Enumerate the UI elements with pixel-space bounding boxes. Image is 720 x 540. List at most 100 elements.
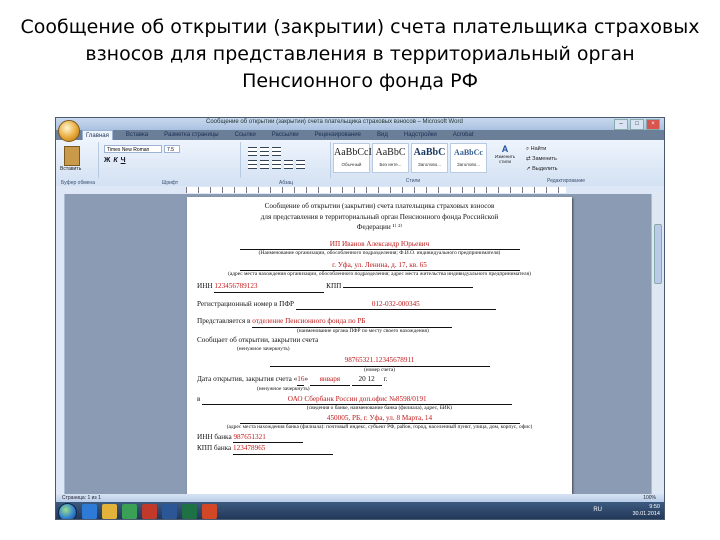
maximize-button[interactable]: □: [630, 119, 644, 130]
paragraph-group: Абзац: [242, 142, 331, 186]
slide-title: Сообщение об открытии (закрытии) счета п…: [20, 14, 700, 95]
bank-inn-value: 987651321: [233, 432, 304, 444]
change-styles-icon: A: [501, 144, 509, 154]
ribbon-tabs: Главная Вставка Разметка страницы Ссылки…: [82, 130, 476, 140]
date-month: января: [309, 374, 350, 387]
vertical-scrollbar[interactable]: [651, 194, 664, 494]
doc-heading-2: для представления в территориальный орга…: [260, 212, 499, 221]
select-button[interactable]: ➚ Выделить: [526, 164, 558, 174]
reg-number-label: Регистрационный номер в ПФР: [197, 299, 295, 308]
scrollbar-thumb[interactable]: [654, 224, 662, 284]
ie-icon[interactable]: [82, 504, 97, 519]
inn-label: ИНН: [197, 281, 213, 290]
close-button[interactable]: ×: [646, 119, 660, 130]
window-controls: – □ ×: [614, 119, 660, 130]
tab-page-layout[interactable]: Разметка страницы: [161, 130, 221, 140]
window-title: Сообщение об открытии (закрытии) счета п…: [206, 119, 463, 125]
document-text: Сообщение об открытии (закрытии) счета п…: [197, 201, 562, 455]
date-text: Дата открытия, закрытия счета: [197, 375, 292, 384]
bank-address: 450005, РБ, г. Уфа, ул. 8 Марта, 14: [239, 413, 520, 425]
slide-title-line-1: Сообщение об открытии (закрытии) счета п…: [20, 16, 700, 38]
kpp-label: КПП: [326, 281, 342, 290]
tab-insert[interactable]: Вставка: [123, 130, 151, 140]
tab-view[interactable]: Вид: [374, 130, 391, 140]
kpp-value-line: [343, 286, 474, 288]
styles-gallery: AaBbCcI Обычный AaBbC Без инте... AaBbC …: [333, 143, 487, 173]
date-year: 20 12: [351, 374, 382, 387]
document-page[interactable]: Сообщение об открытии (закрытии) счета п…: [187, 197, 572, 494]
bank-address-caption: (адрес места нахождения банка (филиала):…: [226, 424, 533, 431]
page-indicator[interactable]: Страница: 1 из 1: [62, 494, 101, 502]
style-normal[interactable]: AaBbCcI Обычный: [333, 143, 372, 173]
clipboard-group: Вставить Буфер обмена: [58, 142, 99, 186]
replace-button[interactable]: ⇄ Заменить: [526, 154, 558, 164]
tab-home[interactable]: Главная: [82, 130, 113, 140]
underline-button[interactable]: Ч: [121, 157, 126, 164]
replace-icon: ⇄: [526, 156, 531, 162]
date-caption: (ненужное зачеркнуть): [257, 386, 310, 393]
change-styles-button[interactable]: A Изменить стили: [494, 144, 516, 172]
tab-review[interactable]: Рецензирование: [312, 130, 364, 140]
taskbar: RU 9:50 30.01.2014: [56, 502, 664, 519]
account-number: 98765321.12345678911: [269, 355, 490, 367]
payer-address: г. Уфа, ул. Ленина, д. 17, кв. 65: [239, 260, 520, 272]
presented-value: отделение Пенсионного фонда по РБ: [252, 316, 453, 328]
tab-acrobat[interactable]: Acrobat: [450, 130, 477, 140]
bold-button[interactable]: Ж: [104, 157, 110, 164]
format-buttons: Ж К Ч: [104, 157, 126, 164]
address-caption: (адрес места нахождения организации, обо…: [228, 271, 531, 278]
office-button[interactable]: [58, 120, 80, 142]
payer-name: ИП Иванов Александр Юрьевич: [239, 239, 520, 251]
excel-icon[interactable]: [182, 504, 197, 519]
zoom-level[interactable]: 100%: [643, 494, 656, 502]
font-name-select[interactable]: Times New Roman: [104, 145, 162, 153]
paste-icon[interactable]: [64, 146, 80, 166]
style-heading-2[interactable]: AaBbCc Заголово...: [450, 143, 487, 173]
styles-group-label: Стили: [405, 178, 421, 184]
align-icon[interactable]: [248, 160, 305, 169]
title-bar: Сообщение об открытии (закрытии) счета п…: [56, 118, 664, 130]
slide-title-line-3: Пенсионного фонда РФ: [242, 70, 478, 92]
tab-mailings[interactable]: Рассылки: [269, 130, 302, 140]
style-no-spacing[interactable]: AaBbC Без инте...: [372, 143, 409, 173]
clock-time: 9:50: [649, 504, 660, 510]
reg-number-value: 012-032-000345: [295, 299, 496, 311]
vertical-ruler[interactable]: [56, 194, 65, 494]
powerpoint-icon[interactable]: [202, 504, 217, 519]
date-day: 16: [297, 374, 305, 387]
bullets-icon[interactable]: [248, 147, 281, 156]
paste-label: Вставить: [60, 166, 82, 172]
media-icon[interactable]: [122, 504, 137, 519]
start-button[interactable]: [58, 503, 77, 519]
bank-value: ОАО Сбербанк России доп.офис №8598/0191: [202, 394, 513, 406]
word-icon[interactable]: [162, 504, 177, 519]
explorer-icon[interactable]: [102, 504, 117, 519]
bank-inn-label: ИНН банка: [197, 432, 232, 441]
bank-kpp-label: КПП банка: [197, 444, 232, 453]
clock[interactable]: 9:50 30.01.2014: [632, 504, 660, 518]
document-area: Сообщение об открытии (закрытии) счета п…: [65, 194, 653, 494]
slide-title-line-2: взносов для представления в территориаль…: [85, 43, 635, 65]
language-indicator[interactable]: RU: [593, 507, 602, 513]
bank-kpp-value: 123478965: [233, 443, 334, 455]
binoculars-icon: ⌕: [526, 146, 530, 152]
font-size-select[interactable]: 7.5: [164, 145, 180, 153]
tab-references[interactable]: Ссылки: [232, 130, 259, 140]
find-button[interactable]: ⌕ Найти: [526, 144, 558, 154]
italic-button[interactable]: К: [113, 157, 117, 164]
cursor-icon: ➚: [526, 166, 531, 172]
word-screenshot: Сообщение об открытии (закрытии) счета п…: [55, 117, 665, 520]
style-heading-1[interactable]: AaBbC Заголово...: [411, 143, 448, 173]
clock-date: 30.01.2014: [632, 511, 660, 517]
presented-label: Представляется в: [197, 317, 251, 326]
account-caption: (номер счета): [363, 366, 396, 373]
doc-heading-1: Сообщение об открытии (закрытии) счета п…: [264, 202, 495, 210]
font-group: Times New Roman 7.5 Ж К Ч Шрифт: [100, 142, 241, 186]
app-icon[interactable]: [142, 504, 157, 519]
notify-caption: (ненужное зачеркнуть): [237, 345, 290, 352]
status-bar: Страница: 1 из 1 100%: [56, 494, 664, 502]
editing-group: ⌕ Найти ⇄ Заменить ➚ Выделить: [526, 144, 558, 174]
tab-addins[interactable]: Надстройки: [401, 130, 440, 140]
bank-caption: (сведения о банке, наименование банка (ф…: [306, 405, 453, 412]
minimize-button[interactable]: –: [614, 119, 628, 130]
